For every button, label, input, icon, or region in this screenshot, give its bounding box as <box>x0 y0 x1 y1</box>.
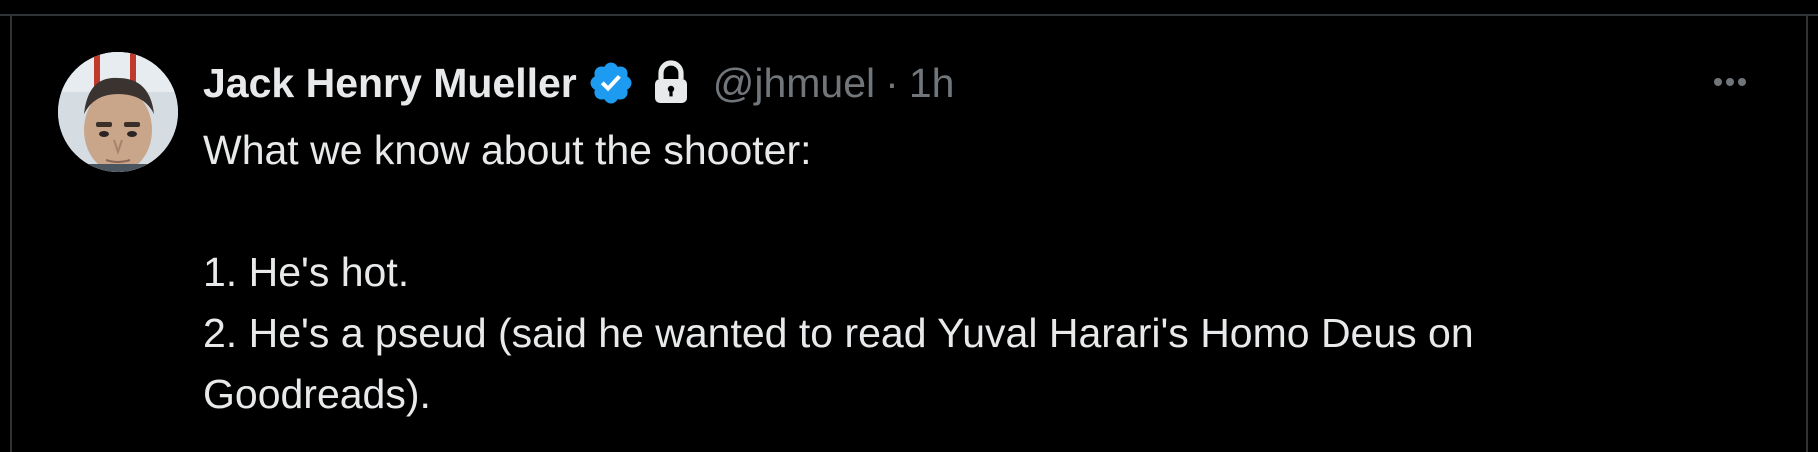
card-border-left <box>10 14 12 452</box>
avatar[interactable] <box>58 52 178 172</box>
timestamp[interactable]: 1h <box>909 54 955 112</box>
verified-badge-icon[interactable] <box>587 59 635 107</box>
card-border-right <box>1806 14 1808 452</box>
more-options-button[interactable] <box>1700 62 1760 102</box>
tweet-text: What we know about the shooter: 1. He's … <box>203 127 1474 417</box>
tweet-header: Jack Henry Mueller @jhmuel · 1h <box>203 54 954 112</box>
tweet-card[interactable]: Jack Henry Mueller @jhmuel · 1h What we … <box>0 0 1818 452</box>
lock-icon <box>651 59 691 107</box>
card-border-top <box>0 14 1818 16</box>
more-options-icon <box>1714 78 1746 86</box>
author-name[interactable]: Jack Henry Mueller <box>203 54 577 112</box>
avatar-image <box>58 52 178 172</box>
separator-dot: · <box>885 60 899 106</box>
author-handle[interactable]: @jhmuel <box>713 54 875 112</box>
